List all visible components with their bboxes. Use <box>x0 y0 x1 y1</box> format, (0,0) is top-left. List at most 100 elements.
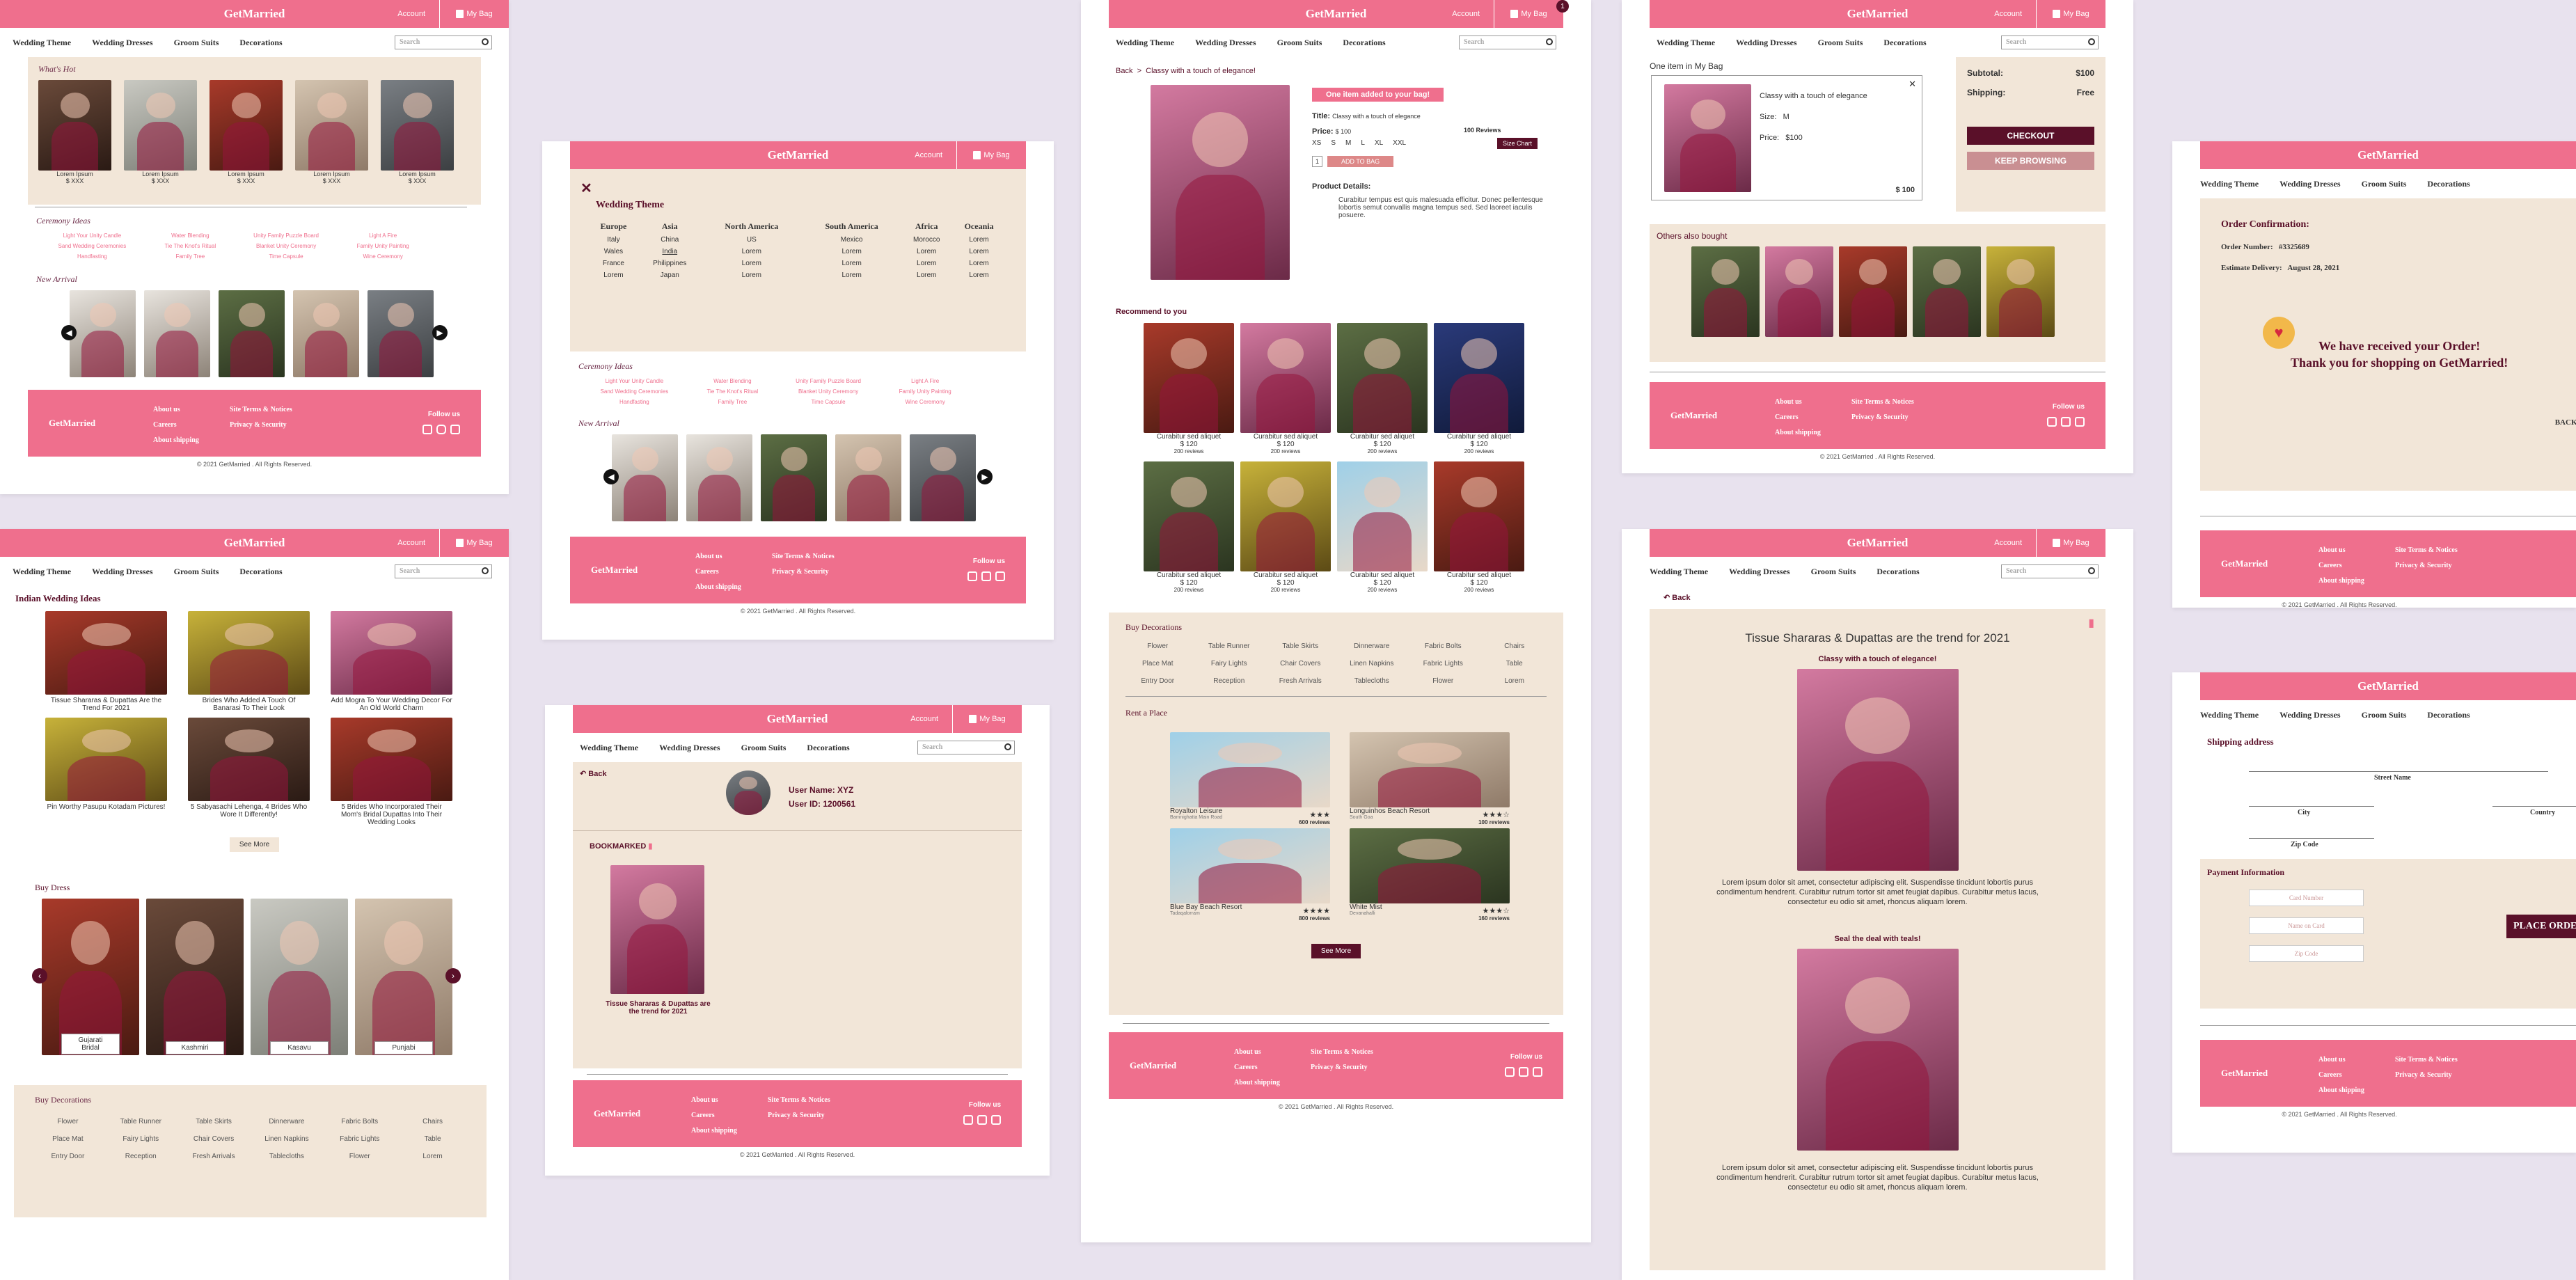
idea-link[interactable]: Unity Family Puzzle Board <box>232 230 340 241</box>
decor-link[interactable]: Flower <box>1411 677 1476 685</box>
search-input[interactable]: Search <box>2001 35 2099 49</box>
decor-link[interactable]: Fairy Lights <box>1197 660 1262 667</box>
shipping-link[interactable]: About shipping <box>2318 1083 2364 1098</box>
rec-card[interactable]: Curabitur sed aliquet $ 120 200 reviews <box>1240 323 1331 455</box>
country-field[interactable] <box>2492 806 2576 807</box>
place-card[interactable]: White Mist Devanahalli ★★★☆ 160 reviews <box>1350 828 1510 922</box>
hot-item[interactable]: Lorem Ipsum $ XXX <box>210 80 283 184</box>
size-option[interactable]: XXL <box>1393 139 1406 147</box>
nav-wedding-dresses[interactable]: Wedding Dresses <box>1195 38 1256 48</box>
decor-link[interactable]: Table <box>400 1135 466 1143</box>
decor-link[interactable]: Flower <box>1125 642 1190 650</box>
careers-link[interactable]: Careers <box>1234 1060 1280 1075</box>
careers-link[interactable]: Careers <box>691 1108 737 1123</box>
decor-link[interactable]: Fabric Lights <box>326 1135 393 1143</box>
idea-link[interactable]: Sand Wedding Ceremonies <box>36 241 148 251</box>
hot-item[interactable]: Lorem Ipsum $ XXX <box>38 80 111 184</box>
account-link[interactable]: Account <box>397 0 425 28</box>
nav-groom-suits[interactable]: Groom Suits <box>1277 38 1322 48</box>
account-link[interactable]: Account <box>1452 0 1480 28</box>
about-link[interactable]: About us <box>691 1093 737 1108</box>
tiktok-icon[interactable] <box>1505 1067 1515 1077</box>
about-link[interactable]: About us <box>1234 1045 1280 1060</box>
country-link[interactable]: Lorem <box>951 246 1006 258</box>
arrival-image[interactable] <box>910 434 976 521</box>
account-link[interactable]: Account <box>1994 0 2022 28</box>
country-link[interactable]: Lorem <box>802 269 901 281</box>
my-bag-button[interactable]: My Bag <box>2036 529 2105 557</box>
privacy-link[interactable]: Privacy & Security <box>2395 1068 2458 1083</box>
my-bag-button[interactable]: My Bag <box>2036 0 2105 28</box>
search-input[interactable]: Search <box>2001 564 2099 578</box>
search-input[interactable]: Search <box>917 741 1015 754</box>
logo[interactable]: GetMarried <box>767 712 828 726</box>
arrival-image[interactable] <box>686 434 752 521</box>
arrival-image[interactable] <box>293 290 359 377</box>
nav-decorations[interactable]: Decorations <box>1883 38 1926 48</box>
decor-link[interactable]: Fresh Arrivals <box>1268 677 1333 685</box>
account-link[interactable]: Account <box>915 141 942 169</box>
idea-link[interactable]: Water Blending <box>690 376 775 386</box>
instagram-icon[interactable] <box>436 425 446 434</box>
decor-link[interactable]: Flower <box>35 1118 101 1125</box>
article-card[interactable]: Brides Who Added A Touch Of Banarasi To … <box>188 611 310 712</box>
terms-link[interactable]: Site Terms & Notices <box>230 402 292 418</box>
size-option[interactable]: XS <box>1312 139 1321 147</box>
decor-link[interactable]: Chairs <box>400 1118 466 1125</box>
arrival-image[interactable] <box>368 290 434 377</box>
decor-link[interactable]: Dinnerware <box>1340 642 1405 650</box>
careers-link[interactable]: Careers <box>2318 1068 2364 1083</box>
nav-groom-suits[interactable]: Groom Suits <box>1811 567 1856 577</box>
decor-link[interactable]: Chairs <box>1483 642 1547 650</box>
account-link[interactable]: Account <box>397 529 425 557</box>
rec-card[interactable]: Curabitur sed aliquet $ 120 200 reviews <box>1144 461 1234 593</box>
article-card[interactable]: 5 Sabyasachi Lehenga, 4 Brides Who Wore … <box>188 718 310 826</box>
decor-link[interactable]: Place Mat <box>1125 660 1190 667</box>
rec-card[interactable]: Curabitur sed aliquet $ 120 200 reviews <box>1434 323 1524 455</box>
remove-icon[interactable]: ✕ <box>1909 79 1916 90</box>
next-arrow-icon[interactable]: ▶ <box>432 325 448 340</box>
nav-groom-suits[interactable]: Groom Suits <box>2362 179 2407 189</box>
size-chart-button[interactable]: Size Chart <box>1497 138 1538 149</box>
country-link[interactable]: Wales <box>589 246 638 258</box>
country-link[interactable]: Philippines <box>638 258 702 269</box>
idea-link[interactable]: Sand Wedding Ceremonies <box>578 386 690 397</box>
country-link[interactable]: Lorem <box>702 269 802 281</box>
nav-decorations[interactable]: Decorations <box>807 743 849 753</box>
nav-decorations[interactable]: Decorations <box>1876 567 1919 577</box>
decor-link[interactable]: Place Mat <box>35 1135 101 1143</box>
country-link[interactable]: Lorem <box>951 258 1006 269</box>
place-card[interactable]: Blue Bay Beach Resort Tadaqalorram ★★★★ 800… <box>1170 828 1330 922</box>
my-bag-button[interactable]: My Bag <box>956 141 1026 169</box>
decor-link[interactable]: Chair Covers <box>181 1135 247 1143</box>
country-link[interactable]: India <box>638 246 702 258</box>
bookmark-icon[interactable]: ▮ <box>2088 616 2094 630</box>
hot-item[interactable]: Lorem Ipsum $ XXX <box>295 80 368 184</box>
next-arrow-icon[interactable]: › <box>445 968 461 983</box>
product-reviews[interactable]: 100 Reviews <box>1464 127 1501 134</box>
arrival-image[interactable] <box>144 290 210 377</box>
idea-link[interactable]: Light Your Unity Candle <box>36 230 148 241</box>
logo[interactable]: GetMarried <box>1306 7 1367 21</box>
idea-link[interactable]: Family Tree <box>690 397 775 407</box>
shipping-link[interactable]: About shipping <box>153 433 199 448</box>
logo[interactable]: GetMarried <box>224 536 285 550</box>
nav-wedding-theme[interactable]: Wedding Theme <box>2200 710 2259 720</box>
country-link[interactable]: Lorem <box>901 246 951 258</box>
nav-groom-suits[interactable]: Groom Suits <box>174 567 219 577</box>
decor-link[interactable]: Dinnerware <box>254 1118 320 1125</box>
instagram-icon[interactable] <box>1519 1067 1528 1077</box>
nav-wedding-dresses[interactable]: Wedding Dresses <box>1729 567 1789 577</box>
privacy-link[interactable]: Privacy & Security <box>230 418 292 433</box>
decor-link[interactable]: Tablecloths <box>254 1153 320 1160</box>
article-card[interactable]: 5 Brides Who Incorporated Their Mom's Br… <box>331 718 452 826</box>
decor-link[interactable]: Chair Covers <box>1268 660 1333 667</box>
decor-link[interactable]: Entry Door <box>35 1153 101 1160</box>
facebook-icon[interactable] <box>991 1115 1001 1125</box>
nav-decorations[interactable]: Decorations <box>239 567 282 577</box>
terms-link[interactable]: Site Terms & Notices <box>772 549 835 564</box>
idea-link[interactable]: Water Blending <box>148 230 232 241</box>
nav-wedding-dresses[interactable]: Wedding Dresses <box>1736 38 1796 48</box>
arrival-image[interactable] <box>761 434 827 521</box>
arrival-image[interactable] <box>70 290 136 377</box>
